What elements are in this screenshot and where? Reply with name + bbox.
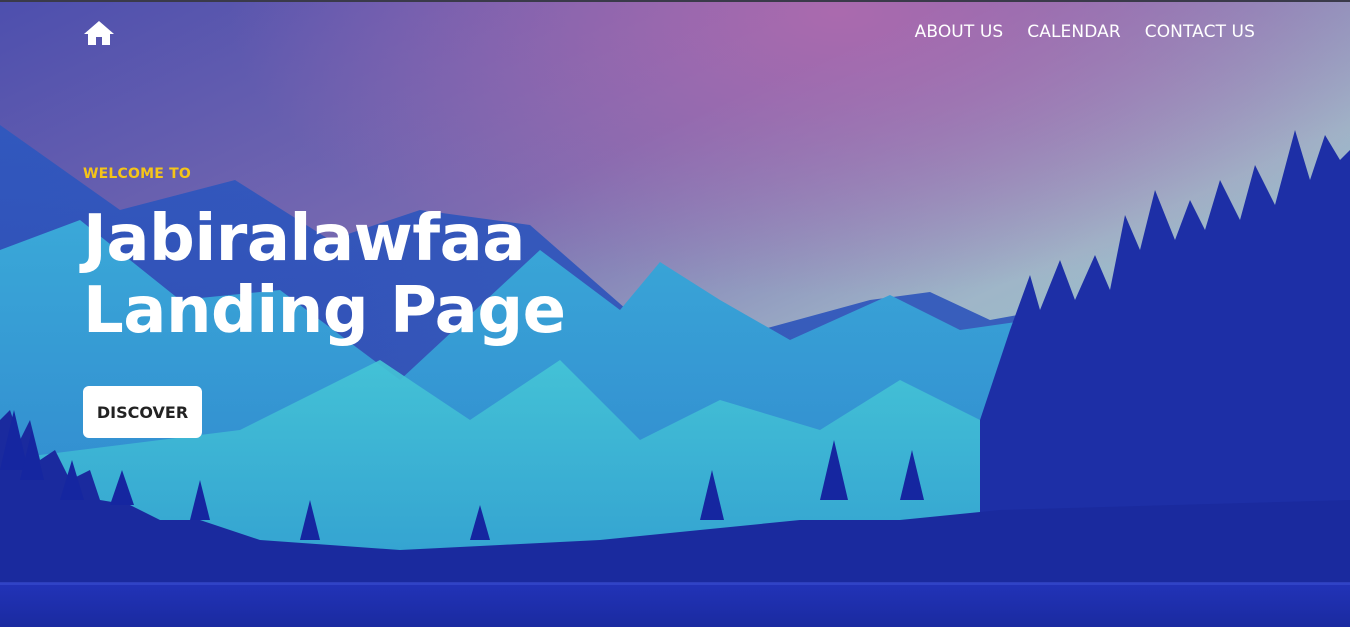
nav-contact-us[interactable]: CONTACT US	[1145, 22, 1255, 42]
home-link[interactable]	[83, 20, 115, 46]
hero-title: Jabiralawfaa Landing Page	[83, 203, 643, 347]
discover-button[interactable]: DISCOVER	[83, 386, 202, 438]
main-nav: ABOUT US CALENDAR CONTACT US	[915, 22, 1255, 42]
nav-calendar[interactable]: CALENDAR	[1027, 22, 1120, 42]
home-icon	[84, 21, 114, 45]
hero-eyebrow: WELCOME TO	[83, 166, 191, 182]
hero-title-line2: Landing Page	[83, 274, 566, 348]
nav-about-us[interactable]: ABOUT US	[915, 22, 1004, 42]
hero-title-line1: Jabiralawfaa	[83, 202, 525, 276]
window-top-border	[0, 0, 1350, 2]
